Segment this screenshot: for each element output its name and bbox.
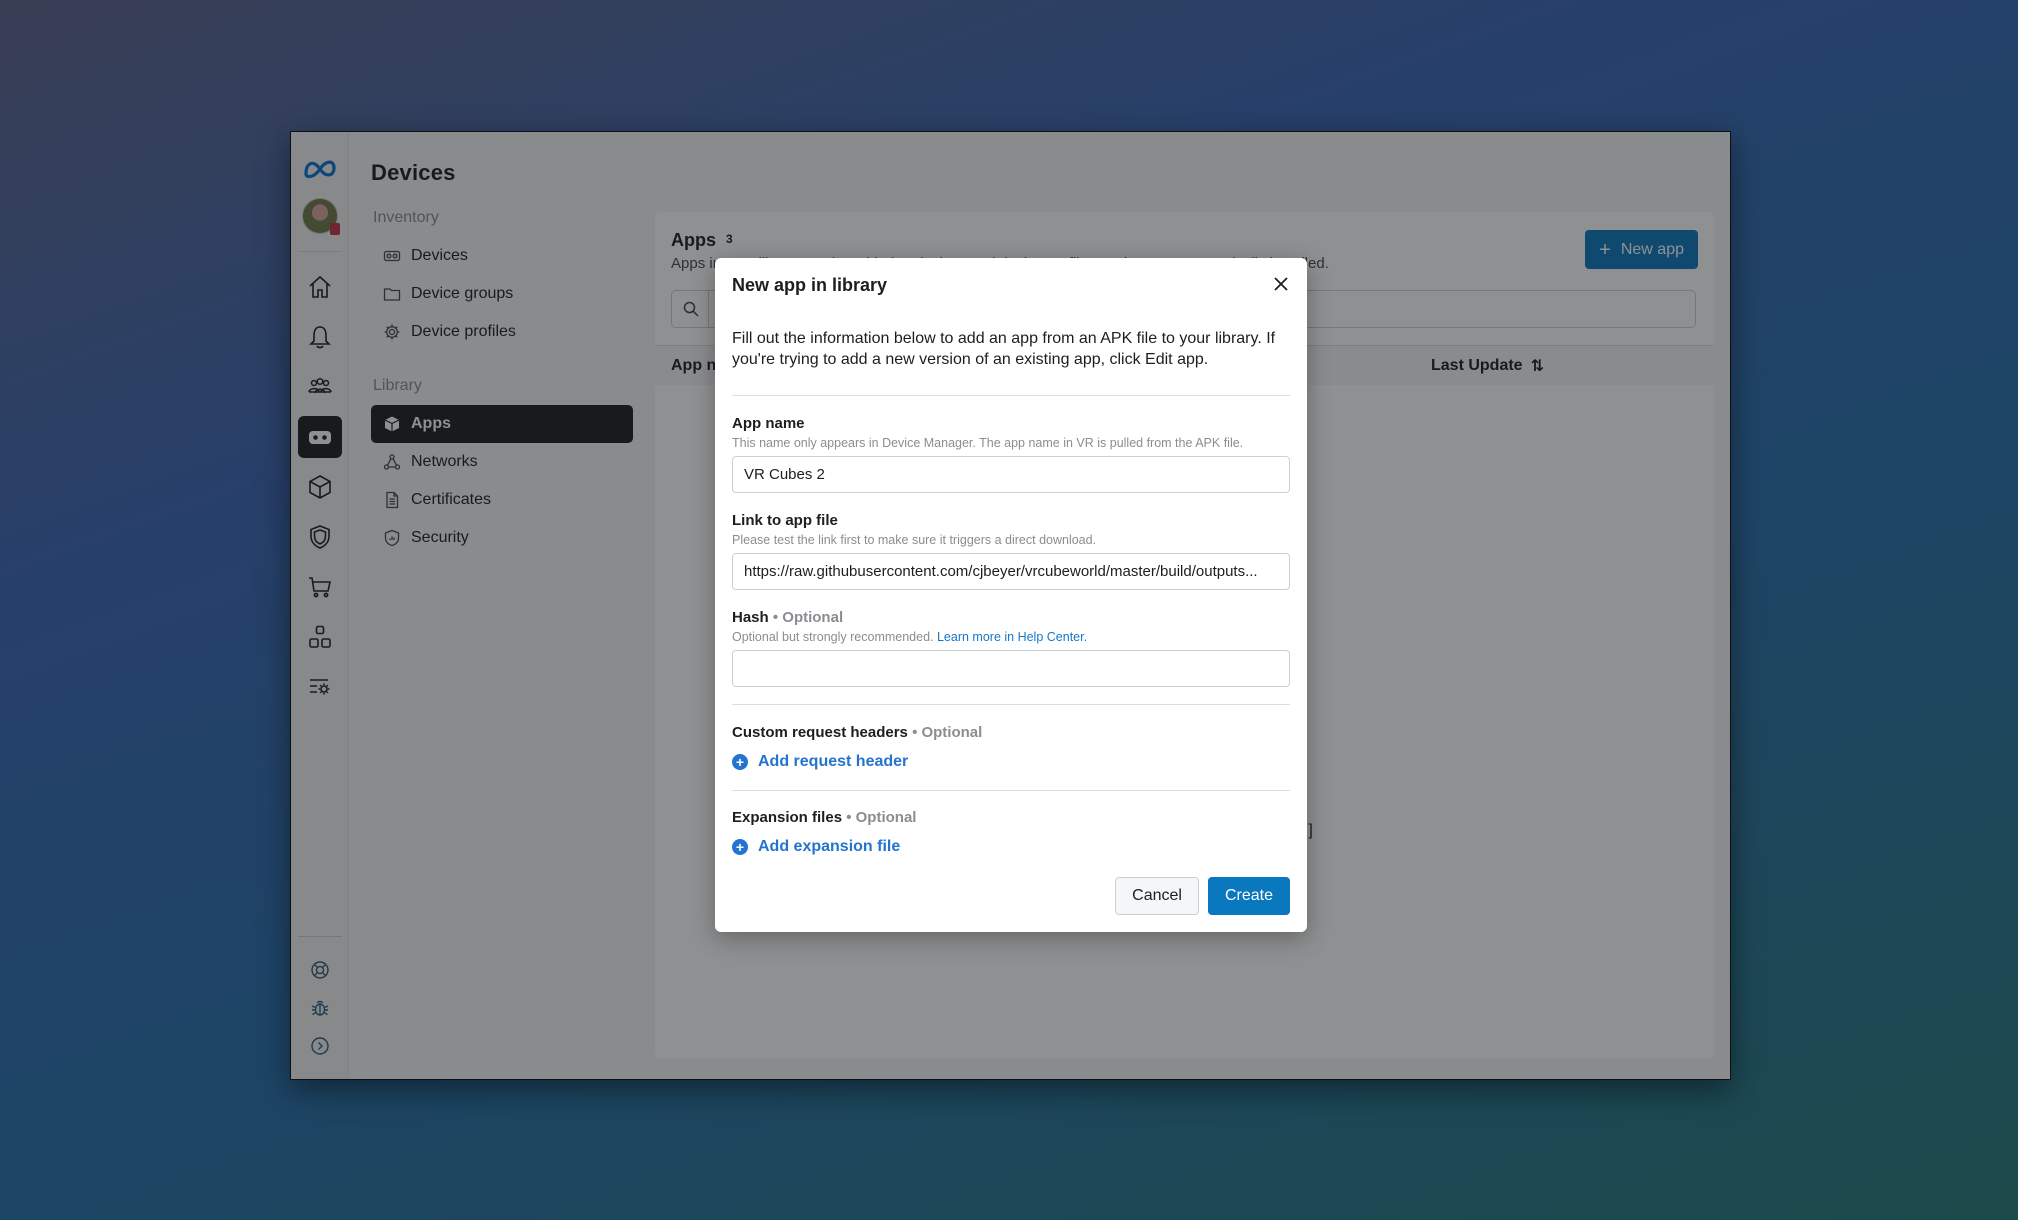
plus-circle-icon: + [732, 839, 748, 855]
headers-label: Custom request headers [732, 724, 908, 741]
app-name-field: App name This name only appears in Devic… [732, 415, 1290, 493]
field-label: Hash • Optional [732, 609, 1290, 626]
optional-tag: • Optional [912, 724, 983, 741]
new-app-dialog: New app in library Fill out the informat… [715, 258, 1307, 932]
link-field: Link to app file Please test the link fi… [732, 512, 1290, 590]
app-name-input[interactable]: VR Cubes 2 [732, 456, 1290, 493]
close-icon[interactable] [1269, 272, 1293, 296]
field-label: Link to app file [732, 512, 838, 529]
field-label: Custom request headers • Optional [732, 724, 1290, 741]
field-help: Please test the link first to make sure … [732, 533, 1097, 547]
custom-headers-section: Custom request headers • Optional + Add … [732, 724, 1290, 771]
dialog-footer: Cancel Create [1115, 877, 1290, 915]
field-help: This name only appears in Device Manager… [732, 436, 1244, 450]
field-help: Optional but strongly recommended. Learn… [732, 630, 1290, 644]
cancel-button[interactable]: Cancel [1115, 877, 1199, 915]
add-expansion-file-button[interactable]: + Add expansion file [732, 838, 1290, 856]
dialog-intro: Fill out the information below to add an… [732, 330, 1276, 368]
add-header-label: Add request header [758, 753, 909, 770]
hash-label: Hash [732, 609, 769, 626]
divider [732, 704, 1290, 705]
optional-tag: • Optional [772, 609, 844, 626]
help-center-link[interactable]: Learn more in Help Center. [937, 630, 1087, 644]
add-expansion-label: Add expansion file [758, 838, 901, 855]
optional-tag: • Optional [846, 809, 917, 826]
hash-help: Optional but strongly recommended. [732, 630, 934, 644]
divider [732, 790, 1290, 791]
divider [732, 395, 1290, 396]
hash-field: Hash • Optional Optional but strongly re… [732, 609, 1290, 687]
expansion-files-section: Expansion files • Optional + Add expansi… [732, 809, 1290, 856]
add-request-header-button[interactable]: + Add request header [732, 753, 1290, 771]
expansion-label: Expansion files [732, 809, 843, 826]
field-label: App name [732, 415, 805, 432]
create-button[interactable]: Create [1207, 877, 1290, 915]
plus-circle-icon: + [732, 754, 748, 770]
field-label: Expansion files • Optional [732, 809, 1290, 826]
dialog-title: New app in library [732, 275, 888, 295]
hash-input[interactable] [732, 650, 1290, 687]
link-input[interactable]: https://raw.githubusercontent.com/cjbeye… [732, 553, 1290, 590]
